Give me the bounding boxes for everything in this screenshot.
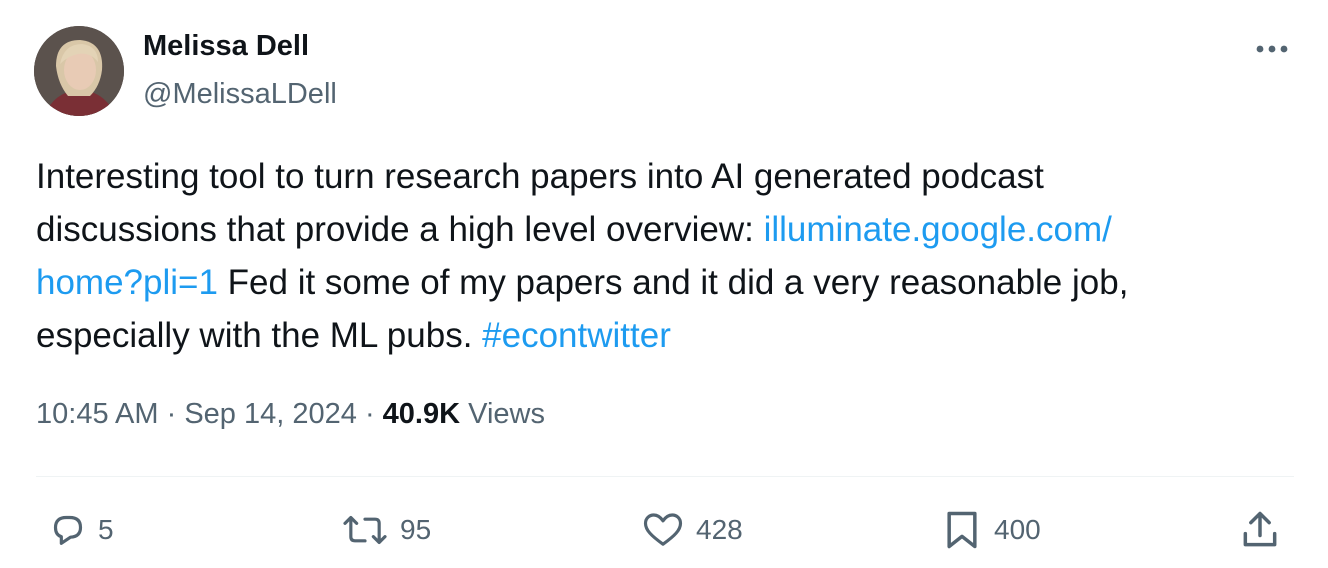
tweet-link[interactable]: home?pli=1 xyxy=(36,263,218,302)
tweet-line: home?pli=1 Fed it some of my papers and … xyxy=(36,256,1276,309)
reply-button[interactable]: 5 xyxy=(48,506,114,554)
like-button[interactable]: 428 xyxy=(640,506,743,554)
tweet-link[interactable]: illuminate.google.com/ xyxy=(764,210,1112,249)
meta-separator: · xyxy=(364,398,375,430)
bookmark-button[interactable]: 400 xyxy=(940,506,1041,554)
tweet-text: Interesting tool to turn research papers… xyxy=(36,150,1276,362)
share-icon xyxy=(1243,511,1277,547)
tweet-text-segment: Interesting tool to turn research papers… xyxy=(36,157,1044,196)
retweet-count: 95 xyxy=(400,514,432,545)
display-name[interactable]: Melissa Dell xyxy=(143,30,309,63)
tweet-meta: 10:45 AM · Sep 14, 2024 · 40.9K Views xyxy=(36,398,545,431)
tweet-line: discussions that provide a high level ov… xyxy=(36,203,1276,256)
more-button[interactable] xyxy=(1248,32,1296,66)
tweet-card: Melissa Dell @MelissaLDell Interesting t… xyxy=(0,0,1328,568)
like-count: 428 xyxy=(696,514,743,545)
bookmark-count: 400 xyxy=(994,514,1041,545)
retweet-icon xyxy=(343,515,387,545)
avatar[interactable] xyxy=(34,26,124,116)
avatar-image xyxy=(34,26,124,116)
like-icon xyxy=(643,513,683,546)
tweet-text-segment: discussions that provide a high level ov… xyxy=(36,210,764,249)
reply-count: 5 xyxy=(98,514,114,545)
user-handle[interactable]: @MelissaLDell xyxy=(143,78,337,111)
bookmark-icon xyxy=(947,511,977,549)
divider xyxy=(36,476,1294,477)
tweet-line: Interesting tool to turn research papers… xyxy=(36,150,1276,203)
tweet-text-segment: especially with the ML pubs. xyxy=(36,316,483,355)
share-button[interactable] xyxy=(1238,506,1282,554)
views-count: 40.9K xyxy=(382,398,461,430)
retweet-button[interactable]: 95 xyxy=(340,506,431,554)
meta-separator: · xyxy=(166,398,177,430)
hashtag-link[interactable]: #econtwitter xyxy=(482,316,671,355)
tweet-line: especially with the ML pubs. #econtwitte… xyxy=(36,309,1276,362)
tweet-text-segment: Fed it some of my papers and it did a ve… xyxy=(217,263,1129,302)
reply-icon xyxy=(53,515,83,545)
tweet-time[interactable]: 10:45 AM xyxy=(36,398,159,430)
more-icon xyxy=(1256,45,1288,53)
tweet-date[interactable]: Sep 14, 2024 xyxy=(184,398,357,430)
views-label: Views xyxy=(468,398,545,430)
